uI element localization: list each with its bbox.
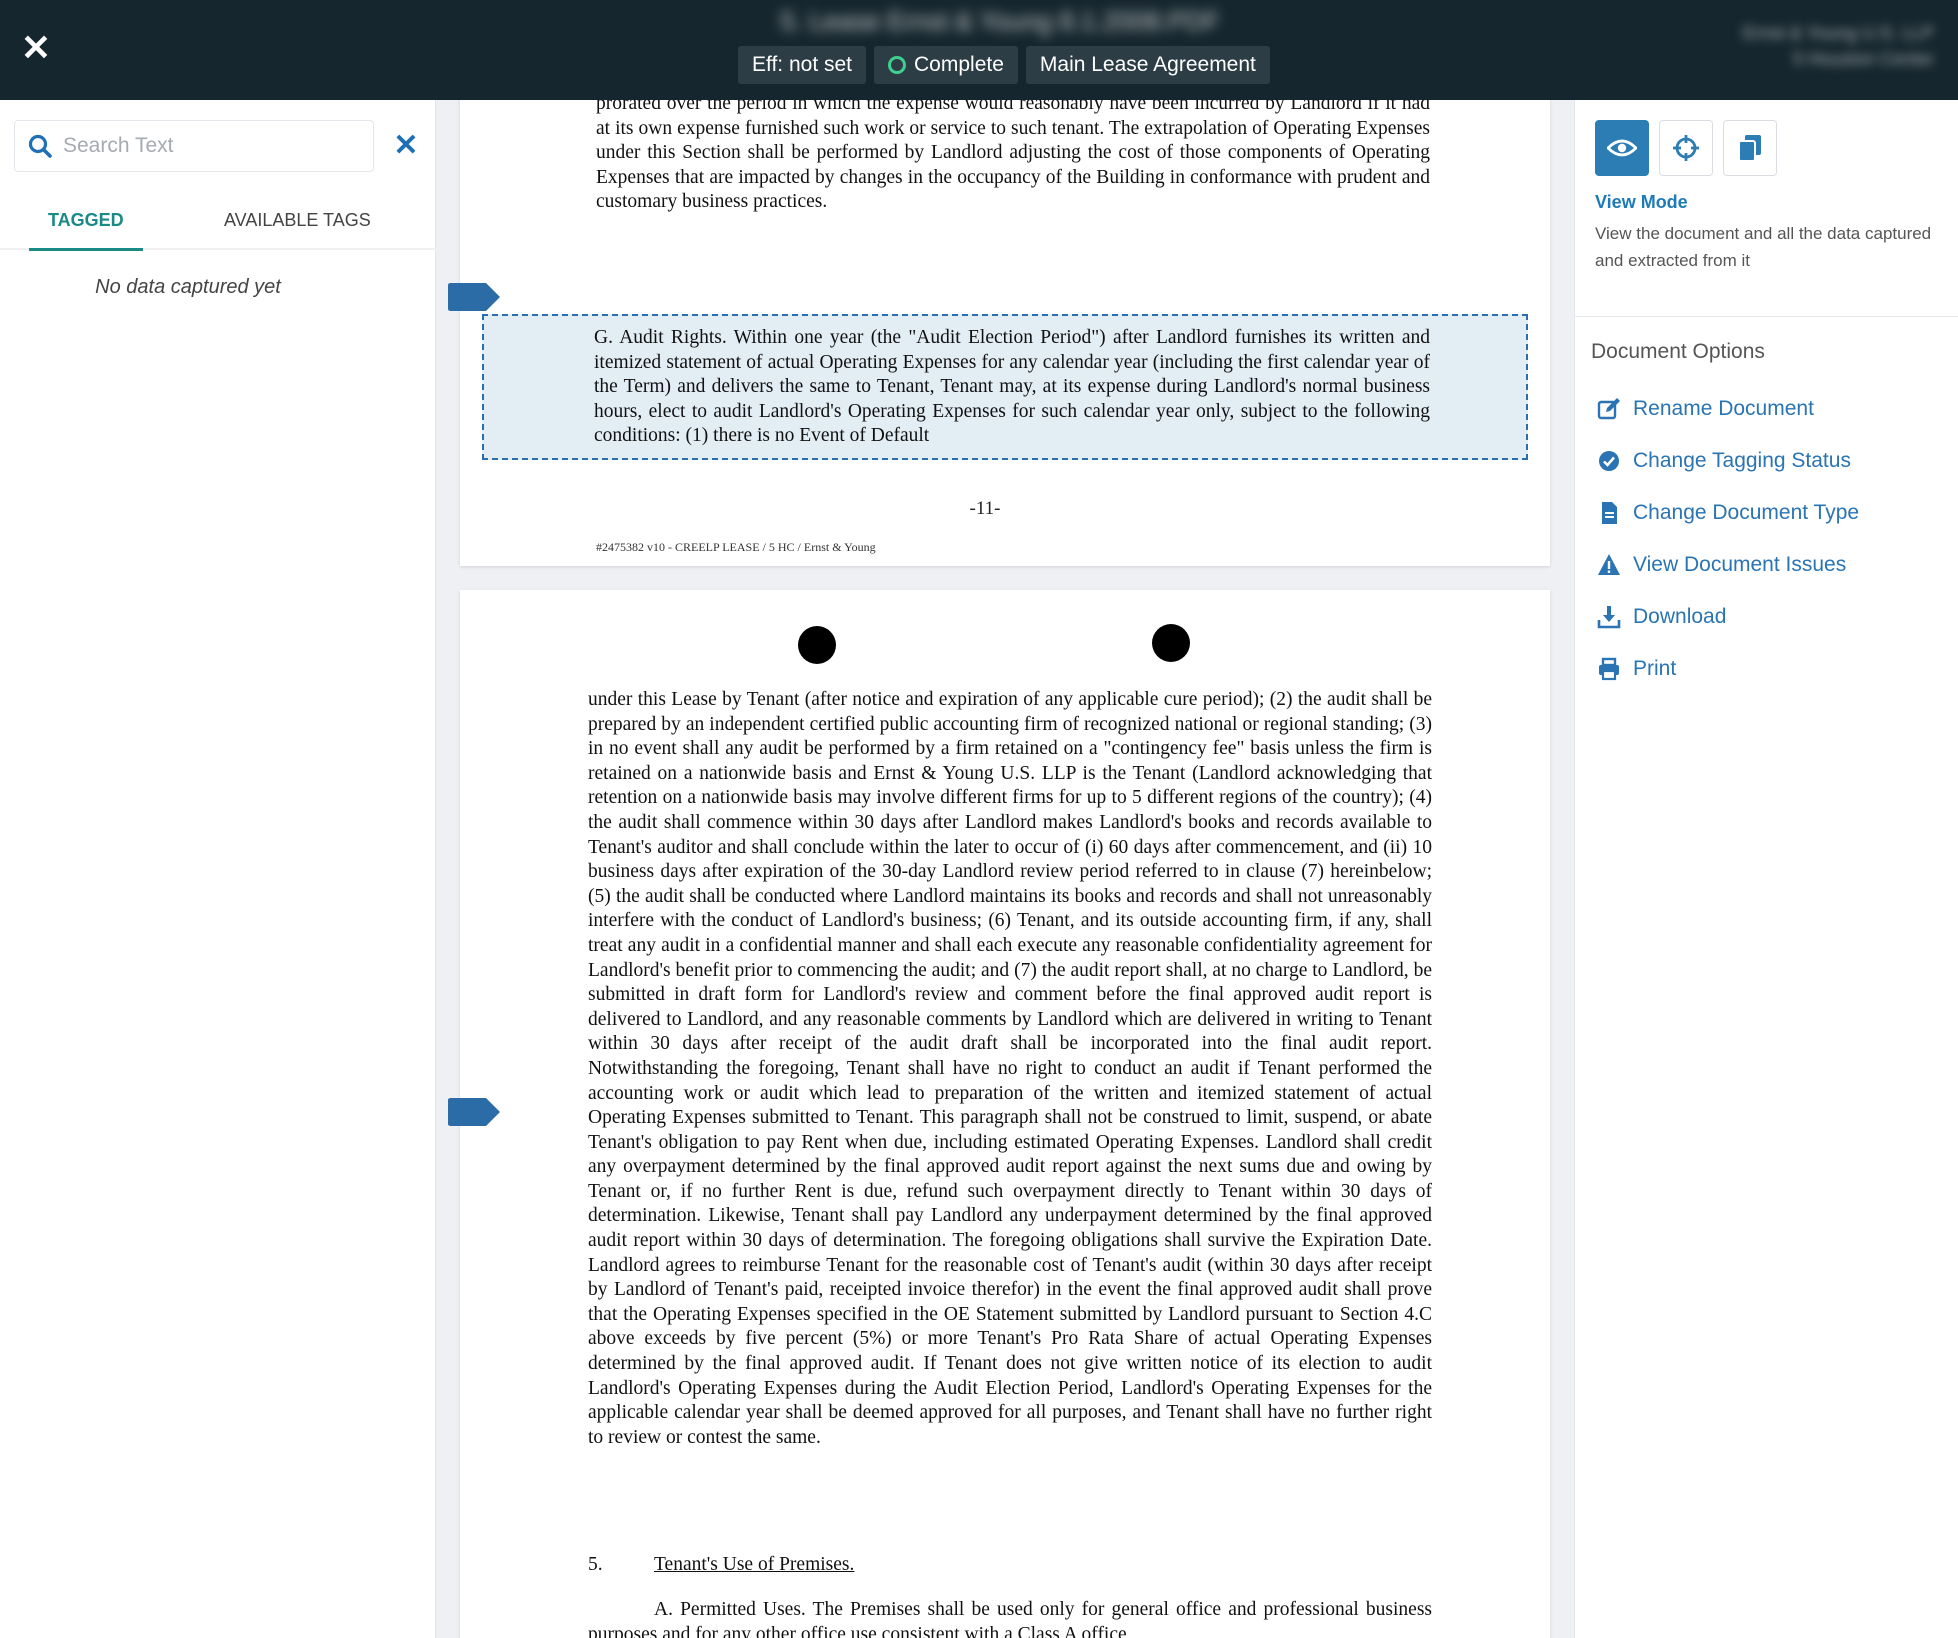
status-ring-icon [888,56,907,74]
account-location: 5 Houston Center [1792,49,1934,69]
clear-icon[interactable]: ✕ [392,131,420,161]
view-mode-button[interactable] [1595,120,1649,176]
view-document-issues-option[interactable]: View Document Issues [1597,550,1846,580]
document-title: 5. Lease Ernst & Young 8.1.2008.PDF [780,6,1220,36]
page-text: prorated over the period in which the ex… [596,100,1430,212]
account-info: Ernst & Young U.S. LLP 5 Houston Center [1704,20,1934,72]
capture-mode-button[interactable] [1659,120,1713,176]
punch-hole [798,626,836,664]
mode-description: View the document and all the data captu… [1595,224,1932,270]
download-option[interactable]: Download [1597,602,1726,632]
printer-icon [1599,657,1619,681]
document-chips: Eff: not set Complete Main Lease Agreeme… [738,46,1270,84]
document-type-chip[interactable]: Main Lease Agreement [1025,46,1270,84]
option-label: Rename Document [1633,397,1814,420]
page-text: under this Lease by Tenant (after notice… [588,689,1432,1448]
search-icon [28,134,52,158]
change-tagging-status-option[interactable]: Change Tagging Status [1597,446,1851,476]
download-icon [1597,606,1621,629]
section-title: Tenant's Use of Premises. [654,1554,855,1575]
tab-tagged[interactable]: TAGGED [48,210,124,231]
active-tab-indicator [29,248,143,251]
copy-icon [1738,135,1761,162]
status-chip[interactable]: Complete [874,46,1018,84]
section-heading: 5. Tenant's Use of Premises. [588,1554,854,1576]
edit-icon [1597,398,1620,420]
top-bar: ✕ 5. Lease Ernst & Young 8.1.2008.PDF Ef… [0,0,1958,100]
status-label: Complete [914,53,1004,76]
search-box [14,120,374,172]
document-page: under this Lease by Tenant (after notice… [460,590,1550,1638]
footer-reference: #2475382 v10 - CREELP LEASE / 5 HC / Ern… [596,540,876,554]
tab-available-tags[interactable]: AVAILABLE TAGS [224,210,371,231]
section-number: 5. [588,1554,603,1575]
document-viewer[interactable]: prorated over the period in which the ex… [436,100,1574,1638]
effective-date-label: Eff: not set [752,53,853,76]
empty-message: No data captured yet [95,276,281,298]
close-icon[interactable]: ✕ [20,30,52,66]
option-label: Change Document Type [1633,501,1860,524]
option-label: View Document Issues [1633,553,1847,576]
right-panel: View Mode View the document and all the … [1574,100,1958,1638]
check-circle-icon [1599,451,1619,471]
crosshair-icon [1673,135,1699,161]
print-option[interactable]: Print [1597,654,1676,684]
effective-date-chip[interactable]: Eff: not set [738,46,867,84]
tag-tabs: TAGGED AVAILABLE TAGS [0,196,436,250]
option-label: Change Tagging Status [1633,449,1851,472]
rename-document-option[interactable]: Rename Document [1597,394,1814,424]
document-page: prorated over the period in which the ex… [460,100,1550,566]
page-text: A. Permitted Uses. The Premises shall be… [588,1599,1432,1638]
account-name: Ernst & Young U.S. LLP [1742,23,1934,43]
document-type-label: Main Lease Agreement [1039,53,1256,76]
tag-marker-icon[interactable] [446,1097,502,1127]
mode-title: View Mode [1595,192,1688,212]
file-icon [1602,502,1617,524]
eye-icon [1607,139,1637,157]
highlighted-text: G. Audit Rights. Within one year (the "A… [594,327,1430,446]
copy-mode-button[interactable] [1723,120,1777,176]
document-options-title: Document Options [1591,340,1765,363]
tag-marker-icon[interactable] [446,282,502,312]
warning-icon [1598,554,1620,575]
change-document-type-option[interactable]: Change Document Type [1597,498,1859,528]
page-number: -11- [969,498,1001,519]
option-label: Print [1633,657,1677,680]
option-label: Download [1633,605,1727,628]
search-input[interactable] [63,121,363,171]
left-panel: ✕ TAGGED AVAILABLE TAGS No data captured… [0,100,436,1638]
divider [1575,316,1958,317]
punch-hole [1152,624,1190,662]
